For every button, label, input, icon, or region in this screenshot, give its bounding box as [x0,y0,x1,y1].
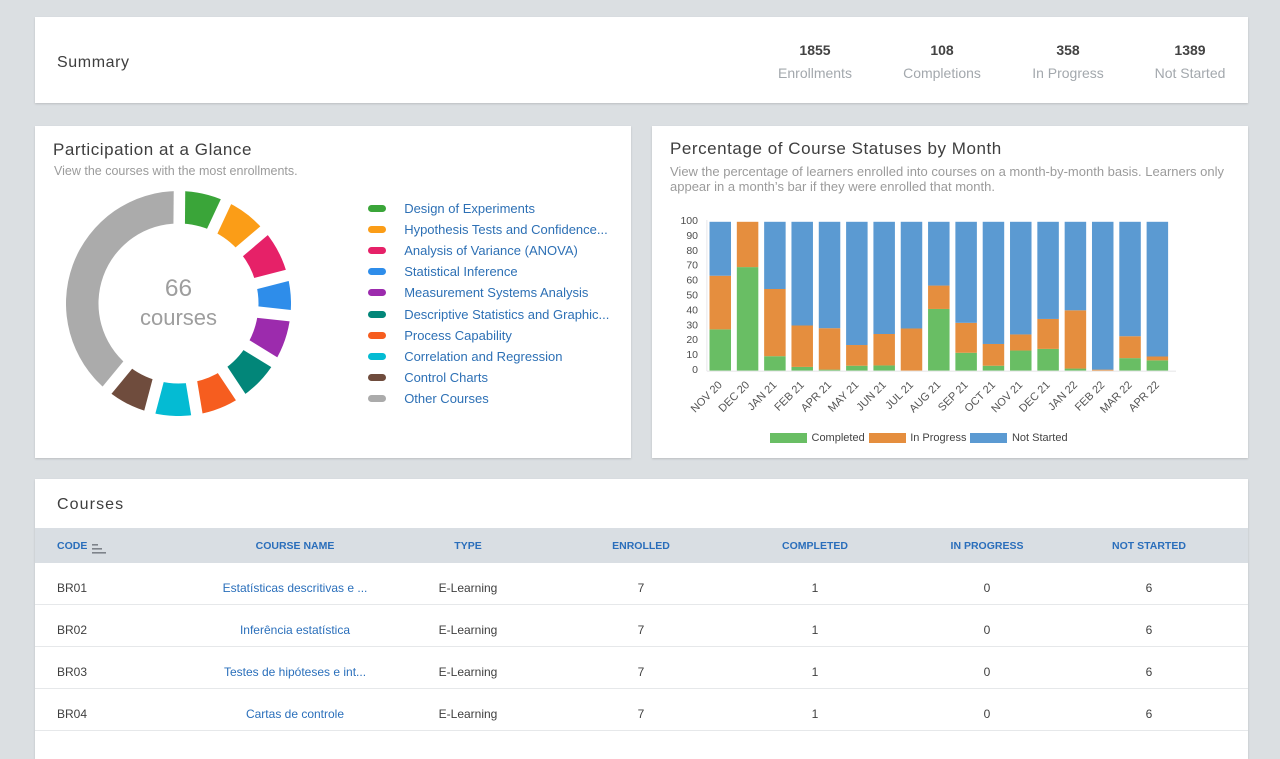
svg-text:JUN 21: JUN 21 [854,379,888,413]
svg-text:70: 70 [686,260,698,272]
svg-text:90: 90 [686,230,698,242]
svg-text:10: 10 [686,349,698,361]
svg-text:40: 40 [686,304,698,316]
svg-text:30: 30 [686,319,698,331]
svg-text:60: 60 [686,275,698,287]
svg-text:50: 50 [686,290,698,302]
svg-text:DEC 20: DEC 20 [716,379,752,415]
svg-text:MAY 21: MAY 21 [826,379,861,414]
svg-text:100: 100 [680,215,698,227]
svg-text:APR 22: APR 22 [1127,379,1162,414]
svg-text:20: 20 [686,334,698,346]
svg-text:80: 80 [686,245,698,257]
svg-text:DEC 21: DEC 21 [1017,379,1053,415]
svg-text:0: 0 [692,364,698,376]
